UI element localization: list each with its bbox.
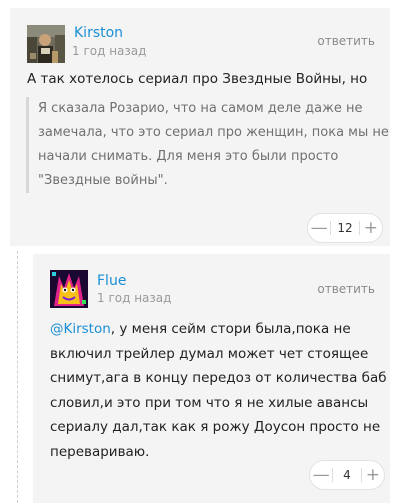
quote-line: "Звездные войны". bbox=[38, 173, 168, 188]
reply-button[interactable]: ответить bbox=[317, 34, 375, 48]
rainbow-creature-icon bbox=[50, 270, 88, 308]
username[interactable]: Flue bbox=[97, 273, 126, 289]
downvote-button[interactable]: — bbox=[310, 461, 332, 489]
comments-page: Kirston 1 год назад ответить А так хотел… bbox=[0, 0, 400, 503]
downvote-button[interactable]: — bbox=[308, 214, 330, 242]
vote-widget: — 4 + bbox=[309, 460, 385, 490]
comment-text: А так хотелось сериал про Звездные Войны… bbox=[27, 71, 368, 87]
timestamp[interactable]: 1 год назад bbox=[72, 44, 146, 58]
thread-connector-line bbox=[17, 251, 19, 503]
quote-block: Я сказала Розарио, что на самом деле даж… bbox=[26, 97, 389, 193]
comment-line: включил трейлер думал может чет стоящее bbox=[50, 345, 369, 362]
comment-line: снимут,ага в концу передоз от количества… bbox=[50, 370, 387, 386]
vote-count: 12 bbox=[337, 221, 353, 235]
reply-button[interactable]: ответить bbox=[317, 282, 375, 296]
comment-flue: Flue 1 год назад ответить @Kirston, у ме… bbox=[33, 254, 390, 503]
upvote-button[interactable]: + bbox=[360, 214, 382, 242]
comment-kirston: Kirston 1 год назад ответить А так хотел… bbox=[10, 8, 390, 246]
quote-line: начали снимать. Для меня это были просто bbox=[38, 149, 339, 164]
upvote-button[interactable]: + bbox=[362, 461, 384, 489]
user-photo-icon bbox=[27, 25, 65, 63]
avatar-kirston[interactable] bbox=[27, 25, 65, 63]
timestamp[interactable]: 1 год назад bbox=[97, 291, 171, 305]
vote-count: 4 bbox=[343, 468, 351, 482]
comment-text-fragment: , у меня сейм стори была,пока не bbox=[110, 321, 351, 337]
quote-line: Я сказала Розарио, что на самом деле даж… bbox=[38, 101, 363, 116]
comment-text: @Kirston, у меня сейм стори была,пока не… bbox=[50, 317, 387, 464]
comment-line: @Kirston, у меня сейм стори была,пока не bbox=[50, 317, 387, 342]
username[interactable]: Kirston bbox=[74, 25, 123, 41]
comment-line: сериалу дал,так как я рожу Доусон просто… bbox=[50, 419, 381, 435]
user-mention-link[interactable]: @Kirston bbox=[50, 321, 111, 337]
comment-line: словил,и это при том что я не хилые аван… bbox=[50, 394, 369, 411]
quote-line: замечала, что это сериал про женщин, пок… bbox=[38, 125, 389, 140]
vote-widget: — 12 + bbox=[307, 213, 383, 243]
avatar-flue[interactable] bbox=[50, 270, 88, 308]
